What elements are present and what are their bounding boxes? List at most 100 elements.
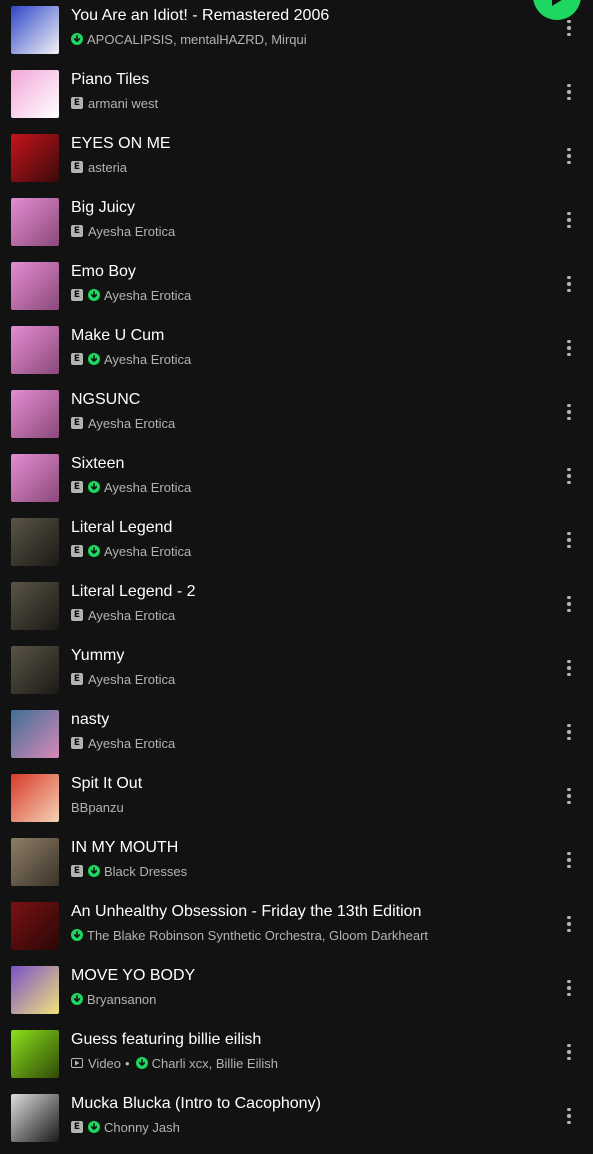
track-subtitle: The Blake Robinson Synthetic Orchestra, … [71, 927, 428, 943]
explicit-icon: E [71, 865, 83, 877]
more-options-icon[interactable] [558, 395, 580, 429]
explicit-icon: E [71, 609, 83, 621]
track-artists: BBpanzu [71, 799, 124, 815]
track-title: Spit It Out [71, 775, 143, 792]
album-art [11, 198, 59, 246]
more-options-icon[interactable] [558, 971, 580, 1005]
more-options-icon[interactable] [558, 1099, 580, 1133]
track-subtitle: E Ayesha Erotica [71, 735, 175, 751]
more-options-icon[interactable] [558, 907, 580, 941]
track-subtitle: E Black Dresses [71, 863, 187, 879]
track-artists: Ayesha Erotica [88, 607, 176, 623]
track-artists: Bryansanon [87, 991, 157, 1007]
track-artists: Ayesha Erotica [88, 415, 176, 431]
track-row[interactable]: Big Juicy E Ayesha Erotica [0, 191, 593, 255]
track-subtitle: Bryansanon [71, 991, 156, 1007]
track-row[interactable]: EYES ON ME Easteria [0, 127, 593, 191]
track-subtitle: Earmani west [71, 95, 158, 111]
track-title: MOVE YO BODY [71, 967, 196, 984]
more-options-icon[interactable] [558, 843, 580, 877]
track-artists: Ayesha Erotica [88, 223, 176, 239]
track-artists: Ayesha Erotica [104, 351, 192, 367]
track-row[interactable]: Sixteen E Ayesha Erotica [0, 447, 593, 511]
album-art [11, 838, 59, 886]
track-artists: asteria [88, 159, 128, 175]
video-label: Video [88, 1055, 122, 1071]
more-options-icon[interactable] [558, 203, 580, 237]
track-row[interactable]: Emo Boy E Ayesha Erotica [0, 255, 593, 319]
track-row[interactable]: Guess featuring billie eilish Video • Char… [0, 1023, 593, 1087]
track-title: nasty [71, 711, 110, 728]
album-art [11, 326, 59, 374]
track-subtitle: E Ayesha Erotica [71, 287, 191, 303]
play-icon [552, 0, 562, 6]
track-row[interactable]: Literal Legend E Ayesha Erotica [0, 511, 593, 575]
explicit-icon: E [71, 737, 83, 749]
track-subtitle: Easteria [71, 159, 127, 175]
track-row[interactable]: Piano Tiles Earmani west [0, 63, 593, 127]
track-row[interactable]: NGSUNC E Ayesha Erotica [0, 383, 593, 447]
track-title: Piano Tiles [71, 71, 150, 88]
track-row[interactable]: IN MY MOUTH E Black Dresses [0, 831, 593, 895]
track-artists: The Blake Robinson Synthetic Orchestra, … [87, 927, 429, 943]
more-options-icon[interactable] [558, 715, 580, 749]
track-row[interactable]: An Unhealthy Obsession - Friday the 13th… [0, 895, 593, 959]
explicit-icon: E [71, 97, 83, 109]
downloaded-icon [88, 1121, 100, 1133]
track-artists: Ayesha Erotica [88, 671, 176, 687]
album-art [11, 1094, 59, 1142]
album-art [11, 966, 59, 1014]
explicit-icon: E [71, 481, 83, 493]
album-art [11, 70, 59, 118]
track-title: Sixteen [71, 455, 125, 472]
track-title: Literal Legend [71, 519, 173, 536]
track-row[interactable]: Make U Cum E Ayesha Erotica [0, 319, 593, 383]
track-subtitle: E Ayesha Erotica [71, 543, 191, 559]
track-row[interactable]: Yummy E Ayesha Erotica [0, 639, 593, 703]
more-options-icon[interactable] [558, 331, 580, 365]
track-title: Yummy [71, 647, 125, 664]
track-subtitle: E Ayesha Erotica [71, 479, 191, 495]
track-title: Emo Boy [71, 263, 136, 280]
downloaded-icon [88, 481, 100, 493]
track-row[interactable]: Spit It Out BBpanzu [0, 767, 593, 831]
track-subtitle: E Ayesha Erotica [71, 415, 175, 431]
explicit-icon: E [71, 353, 83, 365]
more-options-icon[interactable] [558, 459, 580, 493]
downloaded-icon [135, 1057, 148, 1069]
track-title: NGSUNC [71, 391, 141, 408]
album-art [11, 134, 59, 182]
track-row[interactable]: nasty E Ayesha Erotica [0, 703, 593, 767]
track-row[interactable]: Mucka Blucka (Intro to Cacophony) E Chonn… [0, 1087, 593, 1151]
downloaded-icon [71, 929, 83, 941]
track-subtitle: Video • Charli xcx, Billie Eilish [71, 1055, 278, 1071]
more-options-icon[interactable] [558, 1035, 580, 1069]
explicit-icon: E [71, 289, 83, 301]
explicit-icon: E [71, 225, 83, 237]
more-options-icon[interactable] [558, 523, 580, 557]
album-art [11, 1030, 59, 1078]
more-options-icon[interactable] [558, 651, 580, 685]
track-subtitle: E Chonny Jash [71, 1119, 180, 1135]
track-subtitle: E Ayesha Erotica [71, 671, 175, 687]
track-row[interactable]: You Are an Idiot! - Remastered 2006 APOC… [0, 0, 593, 63]
album-art [11, 262, 59, 310]
track-title: EYES ON ME [71, 135, 171, 152]
track-artists: APOCALIPSIS, mentalHAZRD, Mirqui [87, 31, 307, 47]
track-row[interactable]: MOVE YO BODY Bryansanon [0, 959, 593, 1023]
album-art [11, 902, 59, 950]
track-subtitle: APOCALIPSIS, mentalHAZRD, Mirqui [71, 31, 307, 47]
more-options-icon[interactable] [558, 779, 580, 813]
more-options-icon[interactable] [558, 267, 580, 301]
album-art [11, 710, 59, 758]
track-subtitle: E Ayesha Erotica [71, 223, 175, 239]
more-options-icon[interactable] [558, 75, 580, 109]
more-options-icon[interactable] [558, 587, 580, 621]
downloaded-icon [88, 545, 100, 557]
track-artists: Ayesha Erotica [104, 287, 192, 303]
track-artists: Chonny Jash [104, 1119, 180, 1135]
track-title: Literal Legend - 2 [71, 583, 196, 600]
more-options-icon[interactable] [558, 139, 580, 173]
album-art [11, 582, 59, 630]
track-row[interactable]: Literal Legend - 2 E Ayesha Erotica [0, 575, 593, 639]
